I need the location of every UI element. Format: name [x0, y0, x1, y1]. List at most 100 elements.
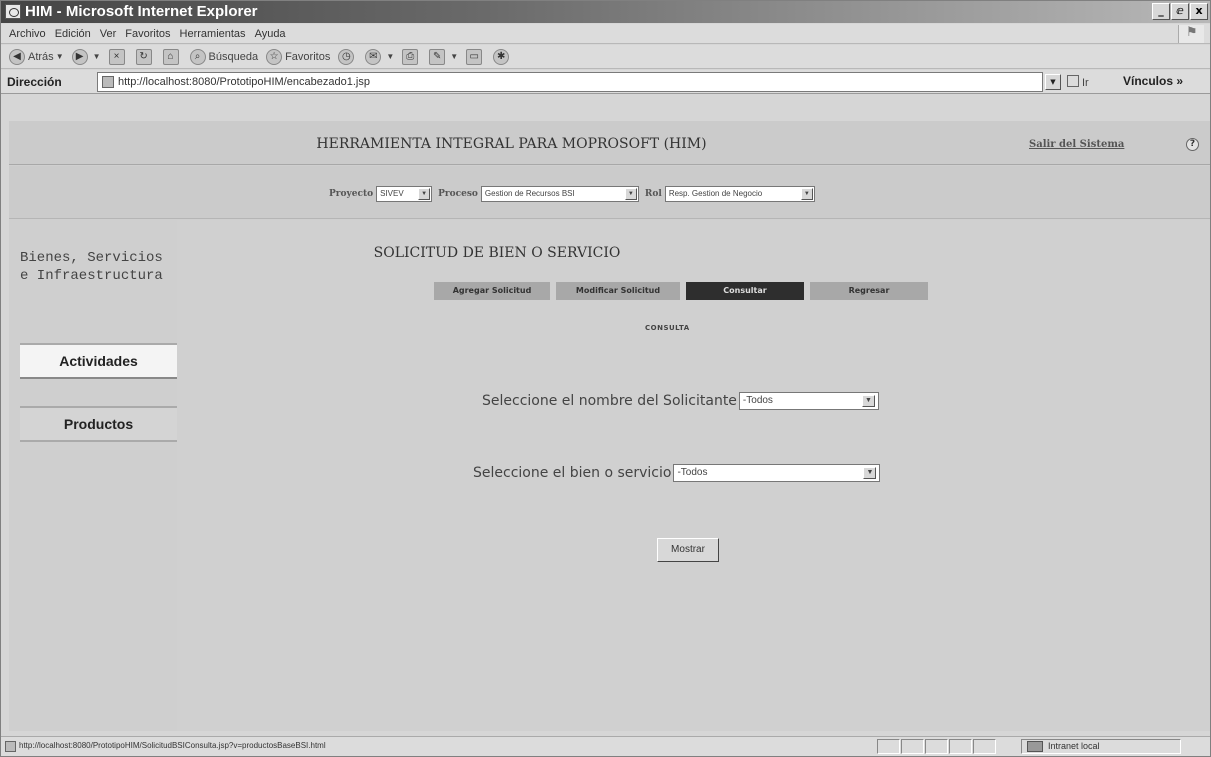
selector-row: Proyecto SIVEV ▼ Proceso Gestion de Recu…	[329, 186, 821, 202]
project-label: Proyecto	[329, 189, 374, 199]
back-label: Atrás	[28, 50, 54, 63]
print-button[interactable]: ⎙	[402, 48, 421, 65]
star-icon: ☆	[266, 48, 283, 65]
stop-icon: ×	[108, 48, 125, 65]
messenger-button[interactable]: ✱	[493, 48, 512, 65]
back-button[interactable]: ◀ Atrás ▼	[9, 48, 64, 65]
chevron-down-icon: ▼	[92, 52, 101, 61]
role-value: Resp. Gestion de Negocio	[668, 189, 763, 198]
menu-archivo[interactable]: Archivo	[9, 28, 46, 40]
status-bar: http://localhost:8080/PrototipoHIM/Solic…	[1, 736, 1210, 756]
discuss-icon: ▭	[466, 48, 483, 65]
status-panes	[877, 739, 997, 754]
address-bar: Dirección http://localhost:8080/Prototip…	[1, 70, 1210, 94]
address-url: http://localhost:8080/PrototipoHIM/encab…	[118, 76, 370, 88]
print-icon: ⎙	[402, 48, 419, 65]
status-pane	[925, 739, 948, 754]
form-title: SOLICITUD DE BIEN O SERVICIO	[373, 245, 621, 261]
process-value: Gestion de Recursos BSI	[484, 189, 575, 198]
refresh-button[interactable]: ↻	[135, 48, 155, 65]
title-bar: HIM - Microsoft Internet Explorer _ ⅇ x	[1, 1, 1210, 23]
requester-value: -Todos	[742, 395, 773, 406]
status-pane	[877, 739, 900, 754]
sidebar-item-activities[interactable]: Actividades	[20, 343, 177, 379]
favorites-button[interactable]: ☆ Favoritos	[266, 48, 331, 65]
address-label: Dirección	[7, 75, 62, 89]
intranet-icon	[1027, 741, 1043, 752]
tab-modify-request[interactable]: Modificar Solicitud	[556, 282, 680, 300]
chevron-down-icon: ▼	[863, 467, 877, 479]
item-field: Seleccione el bien o servicio -Todos ▼	[473, 464, 881, 482]
links-button[interactable]: Vínculos »	[1123, 74, 1183, 88]
home-button[interactable]: ⌂	[162, 48, 182, 65]
discuss-button[interactable]: ▭	[466, 48, 485, 65]
home-icon: ⌂	[162, 48, 179, 65]
menu-ver[interactable]: Ver	[100, 28, 117, 40]
menu-edicion[interactable]: Edición	[55, 28, 91, 40]
sidebar-title-line-1: Bienes, Servicios	[20, 250, 163, 266]
tab-return[interactable]: Regresar	[810, 282, 928, 300]
process-label: Proceso	[438, 189, 478, 199]
windows-flag-icon	[1178, 25, 1204, 43]
close-button[interactable]: x	[1190, 3, 1208, 20]
status-url: http://localhost:8080/PrototipoHIM/Solic…	[19, 741, 326, 750]
project-value: SIVEV	[380, 189, 404, 198]
item-label: Seleccione el bien o servicio	[473, 465, 672, 481]
chevron-down-icon: ▼	[418, 188, 431, 200]
role-select[interactable]: Resp. Gestion de Negocio ▼	[664, 186, 815, 202]
chevron-down-icon: ▼	[861, 395, 875, 407]
forward-button[interactable]: ▶ ▼	[71, 48, 101, 65]
chevron-down-icon: ▼	[55, 52, 64, 61]
sidebar: Bienes, Servicios e Infraestructura Acti…	[9, 220, 177, 731]
history-button[interactable]: ◷	[338, 48, 357, 65]
show-button[interactable]: Mostrar	[657, 538, 719, 562]
requester-field: Seleccione el nombre del Solicitante -To…	[482, 392, 879, 410]
logout-link[interactable]: Salir del Sistema	[1029, 139, 1124, 150]
context-selectors: Proyecto SIVEV ▼ Proceso Gestion de Recu…	[9, 166, 1210, 219]
window-title: HIM - Microsoft Internet Explorer	[25, 3, 258, 20]
tab-consult[interactable]: Consultar	[686, 282, 804, 300]
search-icon: ⌕	[189, 48, 206, 65]
mail-icon: ✉	[365, 48, 382, 65]
requester-select[interactable]: -Todos ▼	[738, 392, 879, 410]
menu-favoritos[interactable]: Favoritos	[125, 28, 170, 40]
edit-icon: ✎	[429, 48, 446, 65]
sidebar-section-title: Bienes, Servicios e Infraestructura	[20, 249, 163, 285]
messenger-icon: ✱	[493, 48, 510, 65]
main-panel: SOLICITUD DE BIEN O SERVICIO Agregar Sol…	[177, 220, 1210, 731]
zone-label: Intranet local	[1048, 741, 1100, 751]
role-label: Rol	[644, 189, 662, 199]
sidebar-title-line-2: e Infraestructura	[20, 268, 163, 284]
action-tabs: Agregar Solicitud Modificar Solicitud Co…	[434, 282, 928, 300]
toolbar: ◀ Atrás ▼ ▶ ▼ × ↻ ⌂ ⌕ Búsqueda ☆ Favorit…	[1, 45, 1210, 69]
item-value: -Todos	[677, 467, 708, 478]
search-button[interactable]: ⌕ Búsqueda	[189, 48, 258, 65]
edit-button[interactable]: ✎ ▼	[429, 48, 458, 65]
process-select[interactable]: Gestion de Recursos BSI ▼	[480, 186, 639, 202]
minimize-button[interactable]: _	[1152, 3, 1170, 20]
sidebar-item-products[interactable]: Productos	[20, 406, 177, 442]
menu-herramientas[interactable]: Herramientas	[180, 28, 246, 40]
window-controls: _ ⅇ x	[1152, 3, 1208, 20]
app-header: HERRAMIENTA INTEGRAL PARA MOPROSOFT (HIM…	[9, 121, 1210, 165]
chevron-down-icon: ▼	[624, 188, 637, 200]
forward-arrow-icon: ▶	[71, 48, 88, 65]
help-icon[interactable]: ?	[1186, 138, 1199, 151]
status-pane	[949, 739, 972, 754]
project-select[interactable]: SIVEV ▼	[376, 186, 433, 202]
page-content: HERRAMIENTA INTEGRAL PARA MOPROSOFT (HIM…	[9, 121, 1210, 731]
favorites-label: Favoritos	[285, 50, 331, 63]
requester-label: Seleccione el nombre del Solicitante	[482, 393, 737, 409]
stop-button[interactable]: ×	[108, 48, 128, 65]
tab-add-request[interactable]: Agregar Solicitud	[434, 282, 550, 300]
security-zone: Intranet local	[1021, 739, 1181, 754]
address-input[interactable]: http://localhost:8080/PrototipoHIM/encab…	[97, 72, 1043, 92]
mail-button[interactable]: ✉ ▼	[365, 48, 394, 65]
go-button[interactable]: Ir	[1067, 75, 1089, 89]
refresh-icon: ↻	[135, 48, 152, 65]
maximize-button[interactable]: ⅇ	[1171, 3, 1189, 20]
item-select[interactable]: -Todos ▼	[673, 464, 881, 482]
menu-bar: Archivo Edición Ver Favoritos Herramient…	[1, 24, 1210, 44]
menu-ayuda[interactable]: Ayuda	[255, 28, 286, 40]
address-dropdown-button[interactable]: ▼	[1045, 74, 1061, 90]
